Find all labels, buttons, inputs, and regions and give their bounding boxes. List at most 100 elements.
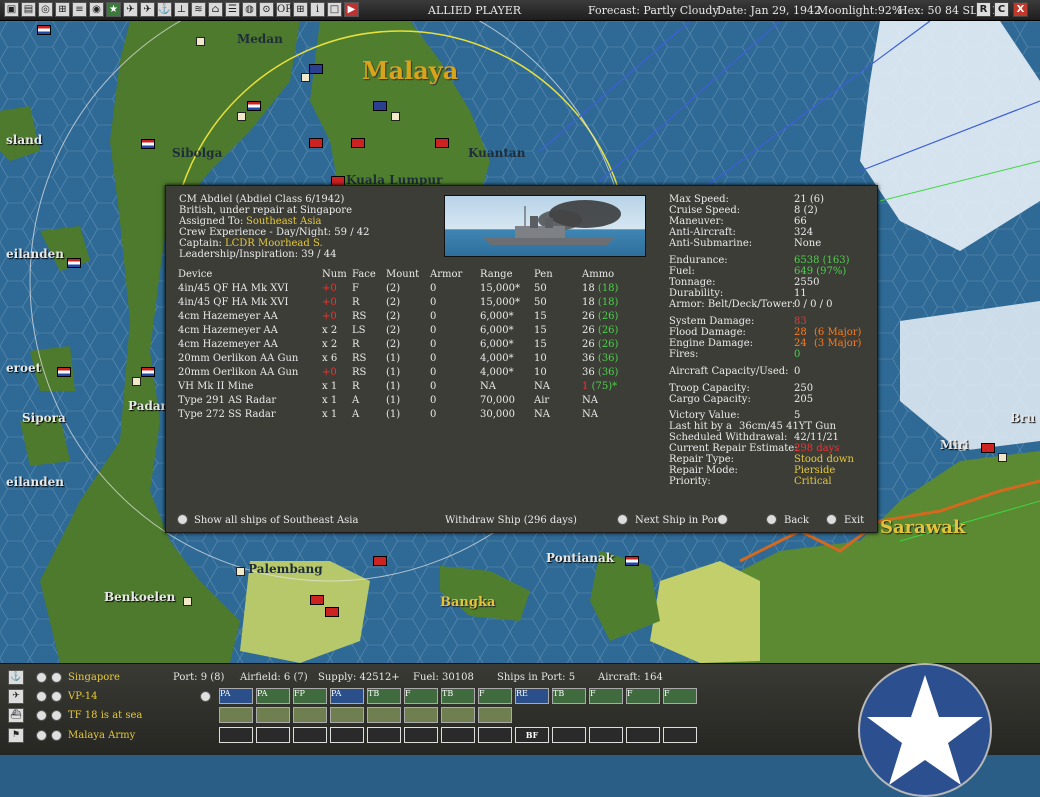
assigned-to-link[interactable]: Southeast Asia xyxy=(246,216,322,227)
back-button[interactable]: Back xyxy=(784,515,809,526)
prev-arrow-icon[interactable] xyxy=(36,730,47,741)
exit-arrow-icon[interactable] xyxy=(826,514,837,525)
base-marker-icon[interactable] xyxy=(132,377,141,386)
flag-japanese-icon[interactable] xyxy=(981,443,995,453)
grid-icon[interactable]: ⊞ xyxy=(293,2,308,17)
air-slot-pa[interactable]: PA xyxy=(219,688,253,704)
terrain-icon[interactable]: ≋ xyxy=(191,2,206,17)
flag-dutch-icon[interactable] xyxy=(37,25,51,35)
land-slot[interactable] xyxy=(626,727,660,743)
air-slot-f[interactable]: F xyxy=(478,688,512,704)
restore-button[interactable]: R xyxy=(976,2,991,17)
close-button[interactable]: X xyxy=(1013,2,1028,17)
prev-ship-arrow-icon[interactable] xyxy=(617,514,628,525)
base-marker-icon[interactable] xyxy=(236,567,245,576)
star-icon[interactable]: ★ xyxy=(106,2,121,17)
next-arrow-icon[interactable] xyxy=(51,710,62,721)
flag-japanese-icon[interactable] xyxy=(310,595,324,605)
flag-british-icon[interactable] xyxy=(373,101,387,111)
base-marker-icon[interactable] xyxy=(237,112,246,121)
air-slot-re[interactable]: TB xyxy=(552,688,586,704)
ship-slot[interactable] xyxy=(478,707,512,723)
next-ship-button[interactable]: Next Ship in Port xyxy=(635,515,723,526)
house-icon[interactable]: ⌂ xyxy=(208,2,223,17)
map-overlay-icon[interactable]: ◎ xyxy=(38,2,53,17)
air-slot-tb[interactable]: TB xyxy=(367,688,401,704)
land-slot-armor[interactable] xyxy=(256,727,290,743)
air-list-arrow-icon[interactable] xyxy=(200,691,211,702)
ship-slot[interactable] xyxy=(441,707,475,723)
prev-arrow-icon[interactable] xyxy=(36,691,47,702)
repair-type-value[interactable]: Stood down xyxy=(794,454,854,465)
end-turn-icon[interactable]: ▶ xyxy=(344,2,359,17)
air-slot-f[interactable]: F xyxy=(663,688,697,704)
flag-dutch-icon[interactable] xyxy=(247,101,261,111)
globe-icon[interactable]: ◍ xyxy=(242,2,257,17)
land-slot-base-force[interactable]: BF xyxy=(515,727,549,743)
priority-value[interactable]: Critical xyxy=(794,476,832,487)
plane-red-icon[interactable]: ✈ xyxy=(123,2,138,17)
flag-icon[interactable]: ⚑ xyxy=(8,728,24,743)
flag-japanese-icon[interactable] xyxy=(373,556,387,566)
prev-arrow-icon[interactable] xyxy=(36,710,47,721)
anchor-icon[interactable]: ⚓ xyxy=(8,670,24,685)
air-slot-f[interactable]: F xyxy=(626,688,660,704)
base-marker-icon[interactable] xyxy=(391,112,400,121)
land-slot[interactable] xyxy=(404,727,438,743)
review-icon[interactable]: ⊞ xyxy=(55,2,70,17)
exit-button[interactable]: Exit xyxy=(844,515,864,526)
show-all-arrow-icon[interactable] xyxy=(177,514,188,525)
window-icon[interactable]: □ xyxy=(327,2,342,17)
land-slot[interactable] xyxy=(441,727,475,743)
taskforce-name[interactable]: TF 18 is at sea xyxy=(68,710,142,721)
aircraft-count[interactable]: Aircraft: 164 xyxy=(598,672,663,683)
base-icon[interactable]: ⊥ xyxy=(174,2,189,17)
prev-arrow-icon[interactable] xyxy=(36,672,47,683)
base-name[interactable]: Singapore xyxy=(68,672,120,683)
land-slot-armor[interactable] xyxy=(330,727,364,743)
next-arrow-icon[interactable] xyxy=(51,730,62,741)
land-slot[interactable] xyxy=(293,727,327,743)
anchor-icon[interactable]: ⚓ xyxy=(157,2,172,17)
base-marker-icon[interactable] xyxy=(998,453,1007,462)
flag-dutch-icon[interactable] xyxy=(67,258,81,268)
ship-slot[interactable] xyxy=(256,707,290,723)
land-slot-infantry[interactable] xyxy=(219,727,253,743)
show-all-ships-button[interactable]: Show all ships of Southeast Asia xyxy=(194,515,358,526)
land-slot[interactable] xyxy=(367,727,401,743)
air-slot-f[interactable]: RE xyxy=(515,688,549,704)
air-slot-fp[interactable]: FP xyxy=(293,688,327,704)
flag-british-icon[interactable] xyxy=(309,64,323,74)
air-slot-f[interactable]: F xyxy=(404,688,438,704)
flag-dutch-icon[interactable] xyxy=(141,367,155,377)
land-slot-engineer[interactable] xyxy=(478,727,512,743)
ship-slot[interactable] xyxy=(404,707,438,723)
target-icon[interactable]: ⊙ xyxy=(259,2,274,17)
ops-icon[interactable]: OP xyxy=(276,2,292,17)
base-marker-icon[interactable] xyxy=(301,73,310,82)
ship-icon[interactable]: ⛴ xyxy=(8,708,24,723)
ship-slot[interactable] xyxy=(367,707,401,723)
reports-icon[interactable]: ▤ xyxy=(21,2,36,17)
list-icon[interactable]: ≡ xyxy=(72,2,87,17)
repair-mode-value[interactable]: Pierside xyxy=(794,465,835,476)
air-unit-name[interactable]: VP-14 xyxy=(68,691,98,702)
flag-japanese-icon[interactable] xyxy=(325,607,339,617)
center-button[interactable]: C xyxy=(994,2,1009,17)
air-slot-pa[interactable]: PA xyxy=(256,688,290,704)
air-slot-tb[interactable]: TB xyxy=(441,688,475,704)
ship-slot[interactable] xyxy=(293,707,327,723)
settings-icon[interactable]: ◉ xyxy=(89,2,104,17)
flag-japanese-icon[interactable] xyxy=(309,138,323,148)
ship-slot[interactable] xyxy=(219,707,253,723)
land-slot[interactable] xyxy=(552,727,586,743)
flag-dutch-icon[interactable] xyxy=(141,139,155,149)
land-unit-name[interactable]: Malaya Army xyxy=(68,730,135,741)
next-ship-arrow-icon[interactable] xyxy=(717,514,728,525)
plane-icon[interactable]: ✈ xyxy=(8,689,24,704)
info-icon[interactable]: i xyxy=(310,2,325,17)
production-icon[interactable]: ☰ xyxy=(225,2,240,17)
air-slot-pa[interactable]: PA xyxy=(330,688,364,704)
ships-in-port[interactable]: Ships in Port: 5 xyxy=(497,672,575,683)
back-arrow-icon[interactable] xyxy=(766,514,777,525)
